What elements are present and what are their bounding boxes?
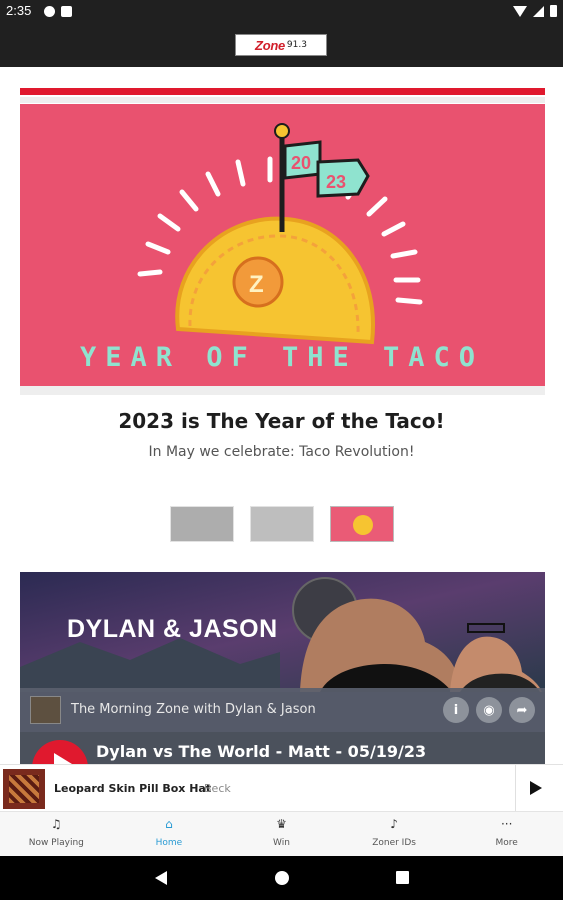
- carousel-thumb-3[interactable]: [330, 506, 394, 542]
- info-icon[interactable]: i: [443, 697, 469, 723]
- banner-bottom-stripe: [20, 386, 545, 395]
- more-icon: ···: [500, 817, 513, 831]
- trophy-icon: ♛: [276, 817, 287, 831]
- status-time: 2:35: [6, 3, 32, 18]
- nav-now-playing[interactable]: ♫ Now Playing: [0, 812, 113, 856]
- battery-icon: [550, 5, 557, 17]
- now-playing-artist: Beck: [204, 782, 231, 795]
- podcast-thumbnail: [30, 696, 61, 724]
- logo-frequency: 91.3: [286, 40, 307, 50]
- carousel-thumb-2[interactable]: [250, 506, 314, 542]
- nav-more[interactable]: ··· More: [450, 812, 563, 856]
- podcast-show-name: The Morning Zone with Dylan & Jason: [71, 702, 316, 717]
- notification-icons: [44, 6, 72, 17]
- home-button-icon[interactable]: [275, 871, 289, 885]
- flag-year-bottom: 23: [326, 172, 346, 192]
- status-bar: 2:35: [0, 0, 563, 24]
- wifi-icon: [513, 5, 527, 17]
- mini-player-divider: [515, 765, 516, 812]
- back-icon[interactable]: [155, 871, 167, 885]
- hero-banner[interactable]: Z 20 23 YEAR OF THE TACO: [20, 104, 545, 394]
- banner-caption: YEAR OF THE TACO: [80, 342, 484, 373]
- flag-year-top: 20: [291, 153, 311, 173]
- svg-text:Z: Z: [249, 271, 264, 298]
- episode-row[interactable]: Dylan vs The World - Matt - 05/19/23: [20, 732, 545, 764]
- carousel-thumbnails: [170, 506, 394, 542]
- station-logo[interactable]: Zone 91.3: [235, 34, 327, 56]
- home-icon: ⌂: [165, 817, 173, 831]
- banner-red-stripe: [20, 88, 545, 95]
- nav-zoner-ids[interactable]: ♪ Zoner IDs: [338, 812, 451, 856]
- podcast-card[interactable]: DYLAN & JASON The Morning Zone with Dyla…: [20, 572, 545, 764]
- taco-illustration: Z 20 23 YEAR OF THE TACO: [80, 123, 484, 373]
- taco-thumb-icon: [353, 515, 373, 535]
- slide-subtitle: In May we celebrate: Taco Revolution!: [148, 444, 415, 460]
- nav-label: Zoner IDs: [372, 838, 416, 848]
- notification-icon: [44, 6, 55, 17]
- nav-label: Home: [155, 838, 183, 848]
- banner-gray-stripe: [20, 97, 545, 103]
- share-icon[interactable]: ➦: [509, 697, 535, 723]
- episode-play-button[interactable]: [32, 740, 88, 764]
- app-bar: Zone 91.3: [0, 24, 563, 67]
- recents-icon[interactable]: [396, 871, 409, 884]
- logo-text: Zone: [255, 37, 285, 53]
- carousel-thumb-1[interactable]: [170, 506, 234, 542]
- nav-label: More: [495, 838, 518, 848]
- nav-win[interactable]: ♛ Win: [225, 812, 338, 856]
- episode-title: Dylan vs The World - Matt - 05/19/23: [96, 742, 427, 761]
- nav-home[interactable]: ⌂ Home: [113, 812, 226, 856]
- mini-player[interactable]: Leopard Skin Pill Box Hat Beck: [0, 764, 563, 812]
- nav-label: Win: [273, 838, 290, 848]
- album-art: [3, 769, 45, 809]
- now-playing-song: Leopard Skin Pill Box Hat: [54, 782, 212, 795]
- nav-label: Now Playing: [28, 838, 84, 848]
- podcast-icon[interactable]: ◉: [476, 697, 502, 723]
- signal-icon: [533, 5, 544, 17]
- home-content[interactable]: Z 20 23 YEAR OF THE TACO 2023 is The Yea…: [0, 67, 563, 764]
- podcast-art-title: DYLAN & JASON: [67, 615, 278, 643]
- microphone-icon: ♪: [390, 817, 398, 831]
- storage-icon: [61, 6, 72, 17]
- system-indicators: [513, 5, 557, 17]
- podcast-show-bar[interactable]: The Morning Zone with Dylan & Jason i ◉ …: [20, 688, 545, 732]
- bottom-navigation: ♫ Now Playing ⌂ Home ♛ Win ♪ Zoner IDs ·…: [0, 811, 563, 856]
- play-icon[interactable]: [530, 781, 542, 795]
- music-note-icon: ♫: [50, 817, 62, 831]
- system-navigation-bar: [0, 856, 563, 900]
- slide-title: 2023 is The Year of the Taco!: [118, 409, 445, 433]
